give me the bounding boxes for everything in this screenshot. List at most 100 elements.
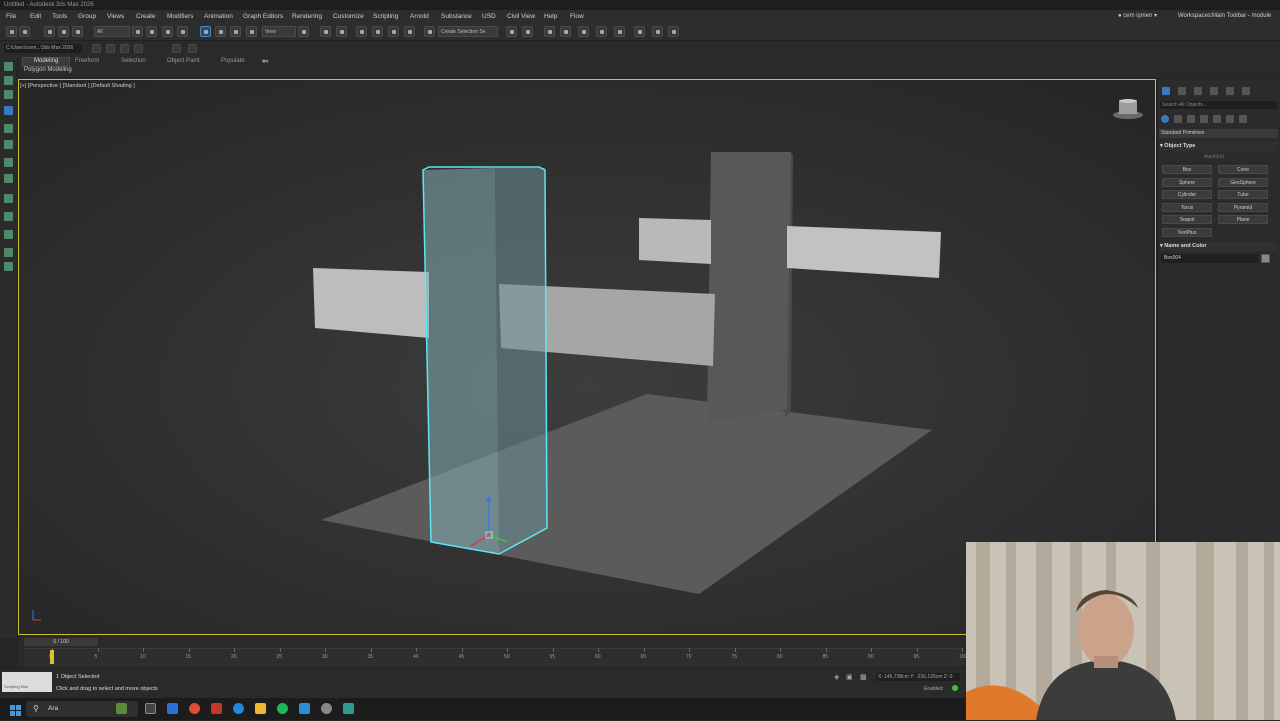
cylinder-button[interactable]: Cylinder bbox=[1162, 190, 1212, 199]
torus-button[interactable]: Torus bbox=[1162, 203, 1212, 212]
absolute-mode-icon[interactable]: ▩ bbox=[860, 673, 867, 681]
bind-spacewarp-icon[interactable] bbox=[72, 26, 83, 37]
angle-snap-icon[interactable] bbox=[372, 26, 383, 37]
polygon-modeling-panel[interactable]: Polygon Modeling bbox=[24, 67, 72, 73]
menu-file[interactable]: File bbox=[6, 10, 16, 23]
modify-tab-icon[interactable] bbox=[1178, 87, 1186, 95]
percent-snap-icon[interactable] bbox=[388, 26, 399, 37]
viewcube-icon[interactable] bbox=[1112, 98, 1144, 120]
spotify-icon[interactable] bbox=[277, 703, 288, 714]
systems-category-icon[interactable] bbox=[1239, 115, 1247, 123]
select-move-icon[interactable] bbox=[200, 26, 211, 37]
named-selection-dropdown[interactable]: Create Selection Se bbox=[438, 26, 498, 37]
coordinate-display[interactable]: X: 145,738cm Y: -236,126cm Z: 0 bbox=[876, 673, 960, 681]
object-name-field[interactable]: Box004 bbox=[1161, 254, 1258, 263]
extra-tool-icon[interactable] bbox=[4, 262, 13, 271]
menu-views[interactable]: Views bbox=[107, 10, 124, 23]
object-color-swatch[interactable] bbox=[1261, 254, 1270, 263]
motion-tab-icon[interactable] bbox=[1210, 87, 1218, 95]
redo-icon[interactable] bbox=[19, 26, 30, 37]
menu-scripting[interactable]: Scripting bbox=[373, 10, 398, 23]
freeze-tool-icon[interactable] bbox=[4, 248, 13, 257]
menu-usd[interactable]: USD bbox=[482, 10, 496, 23]
viewport-label[interactable]: [+] [Perspective ] [Standard ] [Default … bbox=[20, 83, 135, 89]
sphere-button[interactable]: Sphere bbox=[1162, 178, 1212, 187]
menu-create[interactable]: Create bbox=[136, 10, 156, 23]
maxscript-listener[interactable]: Scripting Mini bbox=[2, 672, 52, 692]
box-button[interactable]: Box bbox=[1162, 165, 1212, 174]
3dsmax-taskbar-icon[interactable] bbox=[343, 703, 354, 714]
menu-tools[interactable]: Tools bbox=[52, 10, 67, 23]
time-slider[interactable]: 0 / 100 bbox=[24, 638, 98, 646]
reference-coordinate-dropdown[interactable]: View bbox=[262, 26, 296, 37]
primitive-category-dropdown[interactable]: Standard Primitives bbox=[1159, 129, 1278, 138]
menu-graph-editors[interactable]: Graph Editors bbox=[243, 10, 283, 23]
ribbon-toggle-icon[interactable] bbox=[578, 26, 589, 37]
save-icon[interactable] bbox=[106, 44, 115, 53]
telegram-icon[interactable] bbox=[299, 703, 310, 714]
object-type-rollout[interactable]: ▾ Object Type bbox=[1160, 142, 1277, 151]
widget-icon[interactable] bbox=[116, 703, 127, 714]
rect-selection-icon[interactable] bbox=[162, 26, 173, 37]
undo-icon[interactable] bbox=[6, 26, 17, 37]
camera-tool-icon[interactable] bbox=[4, 140, 13, 149]
helpers-category-icon[interactable] bbox=[1213, 115, 1221, 123]
textplus-button[interactable]: TextPlus bbox=[1162, 228, 1212, 237]
spacewarp-tool-icon[interactable] bbox=[4, 174, 13, 183]
shapes-category-icon[interactable] bbox=[1174, 115, 1182, 123]
select-place-icon[interactable] bbox=[246, 26, 257, 37]
ribbon-options-icon[interactable]: ■▾ bbox=[262, 58, 269, 65]
windows-start-icon[interactable] bbox=[10, 703, 21, 716]
pivot-center-icon[interactable] bbox=[298, 26, 309, 37]
mirror-icon[interactable] bbox=[506, 26, 517, 37]
spacewarps-category-icon[interactable] bbox=[1226, 115, 1234, 123]
utilities-tab-icon[interactable] bbox=[1242, 87, 1250, 95]
isolate-icon[interactable] bbox=[188, 44, 197, 53]
menu-substance[interactable]: Substance bbox=[441, 10, 472, 23]
hierarchy-shortcut-icon[interactable] bbox=[4, 90, 13, 99]
select-object-icon[interactable] bbox=[132, 26, 143, 37]
layer-explorer-icon[interactable] bbox=[560, 26, 571, 37]
tab-object-paint[interactable]: Object Paint bbox=[167, 58, 200, 64]
settings-icon[interactable] bbox=[321, 703, 332, 714]
viewport-layout-icon[interactable] bbox=[172, 44, 181, 53]
schematic-view-icon[interactable] bbox=[614, 26, 625, 37]
menu-help[interactable]: Help bbox=[544, 10, 557, 23]
create-shortcut-icon[interactable] bbox=[4, 62, 13, 71]
lock-selection-icon[interactable]: ▣ bbox=[846, 673, 853, 681]
spinner-snap-icon[interactable] bbox=[404, 26, 415, 37]
workspace-dropdown[interactable]: Main Toolbar - module bbox=[1212, 10, 1271, 23]
menu-group[interactable]: Group bbox=[78, 10, 96, 23]
lights-category-icon[interactable] bbox=[1187, 115, 1195, 123]
menu-civil-view[interactable]: Civil View bbox=[507, 10, 535, 23]
utility-tool-icon[interactable] bbox=[4, 212, 13, 221]
hierarchy-tab-icon[interactable] bbox=[1194, 87, 1202, 95]
snaps-toggle-icon[interactable] bbox=[356, 26, 367, 37]
tab-modeling[interactable]: Modeling bbox=[34, 58, 58, 64]
task-view-icon[interactable] bbox=[145, 703, 156, 714]
menu-modifiers[interactable]: Modifiers bbox=[167, 10, 193, 23]
cone-button[interactable]: Cone bbox=[1218, 165, 1268, 174]
menu-flow[interactable]: Flow bbox=[570, 10, 584, 23]
menu-customize[interactable]: Customize bbox=[333, 10, 364, 23]
link-icon[interactable] bbox=[44, 26, 55, 37]
plane-button[interactable]: Plane bbox=[1218, 215, 1268, 224]
curve-editor-icon[interactable] bbox=[596, 26, 607, 37]
user-account[interactable]: ● cem işmen ▾ bbox=[1118, 10, 1157, 23]
select-by-name-icon[interactable] bbox=[146, 26, 157, 37]
menu-rendering[interactable]: Rendering bbox=[292, 10, 322, 23]
export-icon[interactable] bbox=[134, 44, 143, 53]
light-tool-icon[interactable] bbox=[4, 124, 13, 133]
select-rotate-icon[interactable] bbox=[215, 26, 226, 37]
render-icon[interactable] bbox=[668, 26, 679, 37]
unlink-icon[interactable] bbox=[58, 26, 69, 37]
material-editor-icon[interactable] bbox=[634, 26, 645, 37]
tab-selection[interactable]: Selection bbox=[121, 58, 146, 64]
keyboard-shortcut-icon[interactable] bbox=[336, 26, 347, 37]
import-icon[interactable] bbox=[120, 44, 129, 53]
opera-icon[interactable] bbox=[211, 703, 222, 714]
selection-filter-dropdown[interactable]: All bbox=[94, 26, 130, 37]
open-icon[interactable] bbox=[92, 44, 101, 53]
object-search-input[interactable]: Search All Objects... bbox=[1160, 101, 1277, 109]
edge-icon[interactable] bbox=[233, 703, 244, 714]
